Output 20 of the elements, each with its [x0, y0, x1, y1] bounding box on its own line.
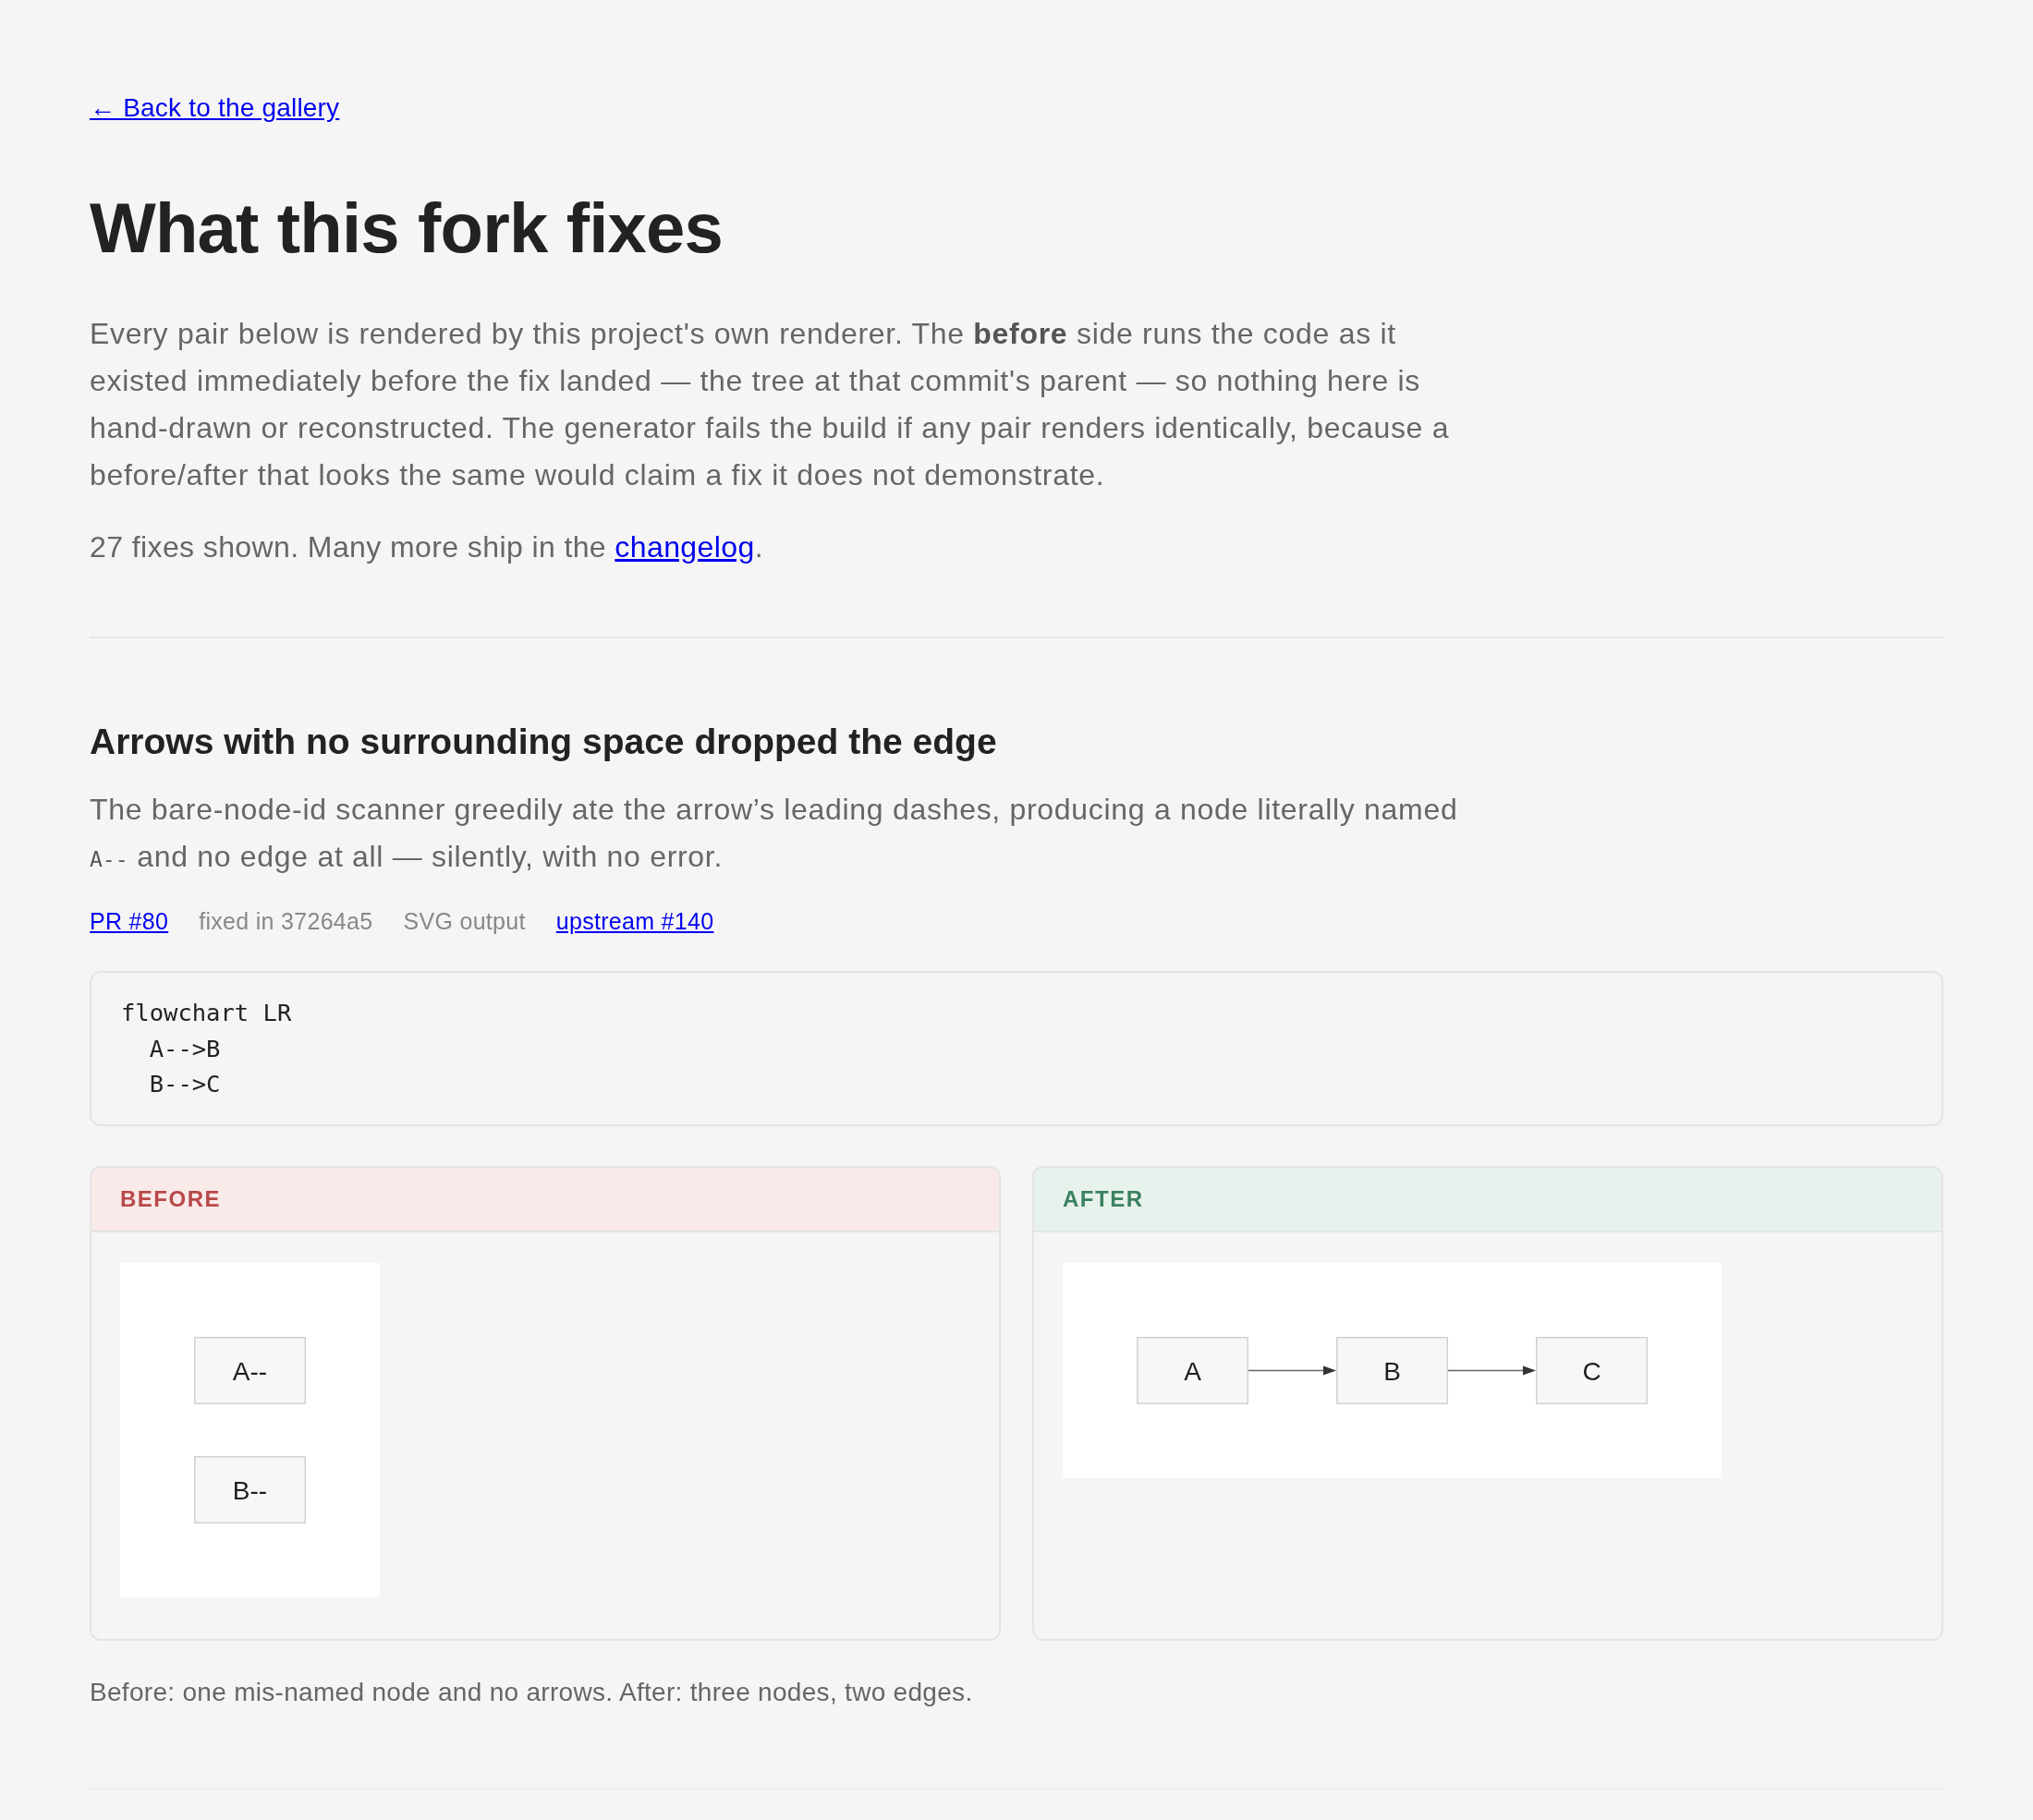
fix-description: The bare-node-id scanner greedily ate the arrow’s leading dashes, producing a node literally named A-- and no edge at all — silently, with no error.: [90, 792, 1459, 875]
meta-text: fixed in 37264a5: [199, 907, 373, 936]
panel-label: AFTER: [1063, 1185, 1144, 1212]
flowchart-node: C: [1536, 1336, 1648, 1404]
flowchart-node: A: [1137, 1336, 1248, 1404]
flowchart-node: B--: [194, 1455, 306, 1523]
back-link[interactable]: ← Back to the gallery: [90, 93, 340, 122]
flowchart-node: A--: [194, 1336, 306, 1404]
panel-label: BEFORE: [120, 1185, 221, 1212]
intro-paragraph: Every pair below is rendered by this project's own renderer. The before side runs the code as it existed immediately before the fix landed — the tree at that commit's parent — so nothing here is hand-drawn or reconstructed. The generator fails the build if any pair renders identically, because a before/after that looks the same would claim a fix it does not demonstrate.: [90, 316, 1451, 493]
fix-heading: Arrows with no surrounding space dropped the edge: [90, 721, 998, 763]
flowchart-node: B: [1336, 1336, 1448, 1404]
code-block: flowchart LR A-->B B-->C: [90, 971, 1943, 1126]
meta-link[interactable]: PR #80: [90, 905, 169, 937]
changelog-link[interactable]: changelog: [615, 530, 755, 564]
meta-link[interactable]: upstream #140: [555, 905, 714, 937]
fix-caption: Before: one mis-named node and no arrows. After: three nodes, two edges.: [90, 1676, 974, 1708]
summary-text: 27 fixes shown. Many more ship in the changelog.: [90, 529, 764, 565]
meta-text: SVG output: [403, 907, 526, 936]
page-title: What this fork fixes: [90, 188, 724, 268]
